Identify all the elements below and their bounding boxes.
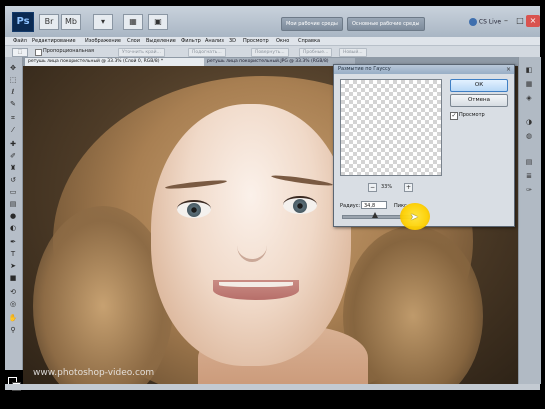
menu-bar: Файл Редактирование Изображение Слои Выд…	[5, 37, 540, 46]
layers-icon[interactable]: ▤	[523, 157, 535, 167]
left-eyebrow	[164, 178, 228, 191]
left-eye	[177, 200, 211, 218]
bridge-icon[interactable]: Br	[39, 14, 59, 30]
brush-icon[interactable]: ✐	[8, 153, 18, 160]
workspace-my-button[interactable]: Мои рабочие среды	[281, 17, 343, 31]
quick-select-icon[interactable]: ✎	[8, 101, 18, 108]
proportional-label: Пропорциональная	[43, 48, 95, 54]
preview-checkbox[interactable]: ✓	[450, 112, 458, 120]
path-select-icon[interactable]: ➤	[8, 263, 18, 270]
gradient-icon[interactable]: ▤	[8, 201, 18, 208]
minimize-button[interactable]: –	[499, 15, 513, 27]
swatches-icon[interactable]: ▦	[523, 79, 535, 89]
arrange-documents-icon[interactable]: ▦	[123, 14, 143, 30]
move-icon[interactable]: ✥	[8, 65, 18, 72]
paths-icon[interactable]: ✑	[523, 185, 535, 195]
menu-window[interactable]: Окно	[276, 37, 289, 45]
clone-stamp-icon[interactable]: ♜	[8, 165, 18, 172]
option-button-5[interactable]: Новый...	[339, 48, 367, 57]
option-button-2[interactable]: Подогнать...	[188, 48, 226, 57]
photoshop-logo: Ps	[12, 12, 34, 32]
right-eyebrow	[270, 173, 334, 188]
hand-icon[interactable]: ✋	[8, 315, 18, 322]
mini-bridge-icon[interactable]: Mb	[61, 14, 81, 30]
dialog-title-bar[interactable]: Размытие по Гауссу ×	[334, 65, 514, 74]
radius-label: Радиус:	[340, 203, 361, 209]
menu-layers[interactable]: Слои	[127, 37, 140, 45]
menu-3d[interactable]: 3D	[229, 37, 236, 45]
right-eye	[283, 196, 317, 214]
teeth	[219, 282, 293, 287]
nose	[237, 229, 267, 262]
channels-icon[interactable]: ≣	[523, 171, 535, 181]
preview-zoom-value: 33%	[381, 184, 393, 190]
status-bar	[5, 384, 540, 390]
preview-label: Просмотр	[459, 112, 485, 118]
mouth	[213, 280, 299, 300]
shape-icon[interactable]: ■	[8, 275, 18, 282]
eyedropper-icon[interactable]: ⁄	[8, 127, 18, 134]
cs-live-button[interactable]: CS Live	[469, 18, 501, 26]
dialog-close-icon[interactable]: ×	[506, 66, 511, 73]
screen-mode-icon[interactable]: ▣	[148, 14, 168, 30]
radius-input[interactable]: 34,8	[361, 201, 387, 209]
pen-icon[interactable]: ✒	[8, 239, 18, 246]
panel-dock: ◧ ▦ ◈ ◑ ◍ ▤ ≣ ✑	[518, 57, 541, 384]
cs-live-label: CS Live	[478, 18, 502, 26]
3d-rotate-icon[interactable]: ⟲	[8, 289, 18, 296]
menu-image[interactable]: Изображение	[85, 37, 121, 45]
zoom-out-button[interactable]: −	[368, 183, 377, 192]
dialog-title: Размытие по Гауссу	[338, 66, 391, 72]
menu-file[interactable]: Файл	[13, 37, 27, 45]
ok-button[interactable]: ОК	[450, 79, 508, 92]
menu-view[interactable]: Просмотр	[243, 37, 269, 45]
crop-icon[interactable]: ⌗	[8, 115, 18, 122]
face	[151, 104, 351, 366]
proportional-checkbox[interactable]	[35, 49, 42, 56]
tab-label: ретушь лица покористельный @ 33.3% (Слой…	[28, 59, 164, 64]
type-icon[interactable]: T	[8, 251, 18, 258]
adjustments-icon[interactable]: ◑	[523, 117, 535, 127]
zoom-in-button[interactable]: +	[404, 183, 413, 192]
mouse-cursor-icon: ➤	[410, 212, 419, 223]
blur-preview-window[interactable]	[340, 79, 442, 176]
healing-icon[interactable]: ✚	[8, 141, 18, 148]
marquee-icon[interactable]: ⬚	[8, 77, 18, 84]
tools-panel: ✥ ⬚ ℓ ✎ ⌗ ⁄ ✚ ✐ ♜ ↺ ▭ ▤ ● ◐ ✒ T ➤ ■ ⟲ ◎ …	[5, 57, 23, 391]
history-brush-icon[interactable]: ↺	[8, 177, 18, 184]
blur-icon[interactable]: ●	[8, 213, 18, 220]
zoom-icon[interactable]: ⚲	[8, 327, 18, 334]
workspace-essentials-button[interactable]: Основные рабочие среды	[347, 17, 425, 31]
lasso-icon[interactable]: ℓ	[8, 89, 18, 96]
application-title-bar: Ps Br Mb ▾ ▦ ▣ Мои рабочие среды Основны…	[5, 6, 540, 38]
cancel-button[interactable]: Отмена	[450, 94, 508, 107]
tab-label: ретушь лица покористельный.JPG @ 33.3% (…	[207, 59, 329, 64]
watermark-text: www.photoshop-video.com	[33, 368, 155, 378]
menu-help[interactable]: Справка	[298, 37, 320, 45]
option-button-3[interactable]: Повернуть...	[251, 48, 289, 57]
eraser-icon[interactable]: ▭	[8, 189, 18, 196]
dodge-icon[interactable]: ◐	[8, 225, 18, 232]
menu-select[interactable]: Выделение	[146, 37, 176, 45]
maximize-button[interactable]: □	[513, 15, 527, 27]
menu-filter[interactable]: Фильтр	[181, 37, 201, 45]
gaussian-blur-dialog: Размытие по Гауссу × − 33% + ОК Отмена ✓…	[333, 64, 515, 227]
radius-slider-thumb[interactable]	[372, 212, 379, 218]
refine-edge-button[interactable]: Уточнить край...	[118, 48, 165, 57]
zoom-level-icon[interactable]: ▾	[93, 14, 113, 30]
menu-edit[interactable]: Редактирование	[32, 37, 76, 45]
tool-preset-icon[interactable]: ⬚	[12, 48, 28, 57]
styles-icon[interactable]: ◈	[523, 93, 535, 103]
3d-orbit-icon[interactable]: ◎	[8, 301, 18, 308]
tab-document-active[interactable]: ретушь лица покористельный @ 33.3% (Слой…	[25, 58, 207, 66]
left-iris	[187, 203, 201, 217]
color-panel-icon[interactable]: ◧	[523, 65, 535, 75]
right-iris	[293, 199, 307, 213]
option-button-4[interactable]: Пробные...	[299, 48, 333, 57]
cs-live-icon	[469, 18, 477, 26]
menu-analysis[interactable]: Анализ	[205, 37, 224, 45]
screenshot-frame: Ps Br Mb ▾ ▦ ▣ Мои рабочие среды Основны…	[0, 0, 545, 409]
close-window-button[interactable]: ×	[526, 15, 540, 27]
masks-icon[interactable]: ◍	[523, 131, 535, 141]
